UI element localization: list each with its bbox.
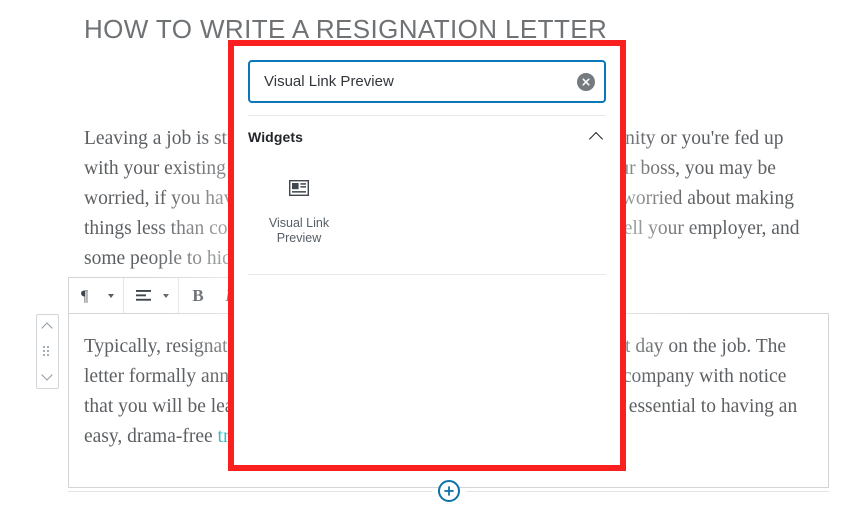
bold-button[interactable]: B xyxy=(183,278,213,313)
toolbar-group-alignment xyxy=(124,278,179,313)
add-block-button[interactable] xyxy=(437,480,460,502)
move-down-icon[interactable] xyxy=(41,369,55,383)
align-left-icon[interactable] xyxy=(128,278,158,313)
chevron-up-icon[interactable] xyxy=(588,128,606,146)
results-bottom-divider xyxy=(248,274,606,275)
chevron-down-icon-alignment[interactable] xyxy=(158,278,174,313)
widgets-panel-title: Widgets xyxy=(248,129,304,145)
block-inserter-popover: Widgets Visual Link Preview xyxy=(234,46,620,465)
block-mover xyxy=(36,314,59,389)
divider-left xyxy=(68,490,432,492)
toolbar-group-block-type: ¶ xyxy=(69,278,124,313)
block-item-visual-link-preview[interactable]: Visual Link Preview xyxy=(248,168,350,256)
search-input[interactable] xyxy=(248,60,606,103)
block-results-grid: Visual Link Preview xyxy=(234,158,620,256)
add-block-row xyxy=(68,480,829,502)
widgets-panel-header[interactable]: Widgets xyxy=(248,116,606,158)
paragraph-icon[interactable]: ¶ xyxy=(73,278,103,313)
block-toolbar: ¶ B I xyxy=(68,277,248,314)
chevron-down-icon-block-type[interactable] xyxy=(103,278,119,313)
media-and-text-icon xyxy=(287,176,311,200)
clear-search-icon[interactable] xyxy=(577,72,595,91)
divider-right xyxy=(465,490,829,492)
block-search-row xyxy=(234,46,620,115)
svg-text:¶: ¶ xyxy=(81,288,89,304)
block-search-field-wrap xyxy=(248,60,606,103)
block-item-label: Visual Link Preview xyxy=(268,216,330,245)
move-up-icon[interactable] xyxy=(41,320,55,334)
drag-handle-icon[interactable] xyxy=(43,346,52,357)
